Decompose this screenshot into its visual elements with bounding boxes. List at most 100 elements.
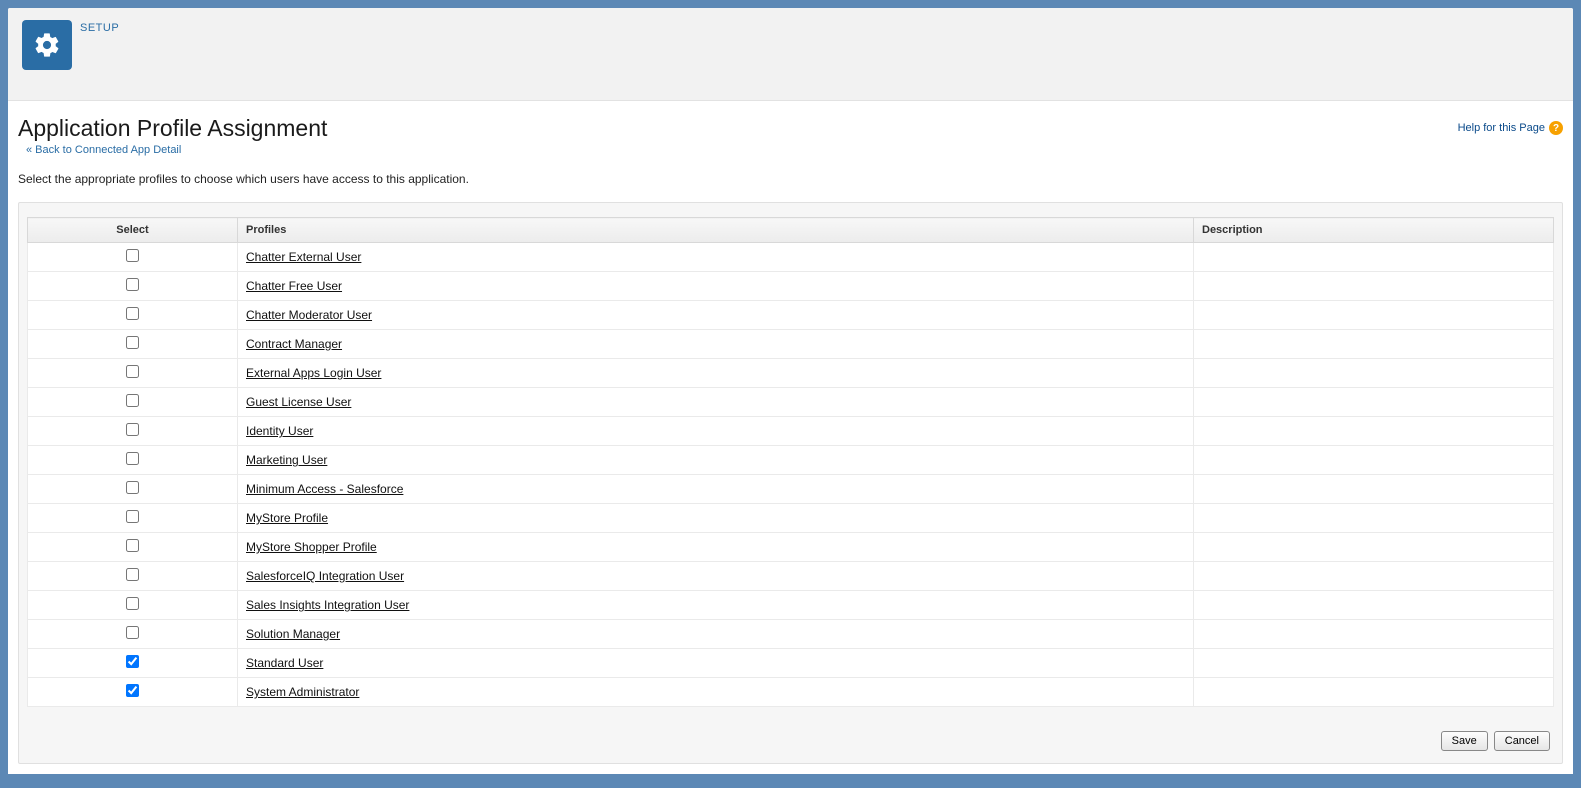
profile-link[interactable]: Identity User [246, 424, 313, 438]
profile-link[interactable]: Marketing User [246, 453, 327, 467]
profile-cell: Marketing User [238, 446, 1194, 475]
profile-cell: Chatter External User [238, 243, 1194, 272]
table-row: Chatter Free User [28, 272, 1554, 301]
table-row: System Administrator [28, 678, 1554, 707]
table-row: Solution Manager [28, 620, 1554, 649]
profile-cell: MyStore Profile [238, 504, 1194, 533]
select-cell [28, 678, 238, 707]
profile-cell: MyStore Shopper Profile [238, 533, 1194, 562]
profiles-panel: Select Profiles Description Chatter Exte… [18, 202, 1563, 764]
setup-gear-icon [22, 20, 72, 70]
select-cell [28, 272, 238, 301]
profile-cell: Identity User [238, 417, 1194, 446]
profile-checkbox[interactable] [126, 568, 139, 581]
select-cell [28, 243, 238, 272]
profile-checkbox[interactable] [126, 249, 139, 262]
profile-link[interactable]: Minimum Access - Salesforce [246, 482, 403, 496]
select-cell [28, 446, 238, 475]
description-cell [1194, 446, 1554, 475]
profile-link[interactable]: Contract Manager [246, 337, 342, 351]
profiles-table: Select Profiles Description Chatter Exte… [27, 217, 1554, 707]
description-cell [1194, 359, 1554, 388]
table-row: Marketing User [28, 446, 1554, 475]
help-link[interactable]: Help for this Page ? [1458, 121, 1563, 135]
table-row: Chatter External User [28, 243, 1554, 272]
profile-checkbox[interactable] [126, 278, 139, 291]
profile-link[interactable]: MyStore Shopper Profile [246, 540, 377, 554]
profile-cell: SalesforceIQ Integration User [238, 562, 1194, 591]
table-row: Standard User [28, 649, 1554, 678]
select-cell [28, 330, 238, 359]
description-cell [1194, 533, 1554, 562]
description-cell [1194, 475, 1554, 504]
profile-link[interactable]: Solution Manager [246, 627, 340, 641]
profile-checkbox[interactable] [126, 626, 139, 639]
profile-checkbox[interactable] [126, 539, 139, 552]
profile-checkbox[interactable] [126, 423, 139, 436]
profile-checkbox[interactable] [126, 365, 139, 378]
table-row: Minimum Access - Salesforce [28, 475, 1554, 504]
description-cell [1194, 620, 1554, 649]
instruction-text: Select the appropriate profiles to choos… [18, 172, 1563, 186]
profile-link[interactable]: System Administrator [246, 685, 359, 699]
description-cell [1194, 272, 1554, 301]
content-area: Application Profile Assignment « Back to… [8, 101, 1573, 774]
profile-checkbox[interactable] [126, 655, 139, 668]
help-icon: ? [1549, 121, 1563, 135]
select-cell [28, 620, 238, 649]
save-button[interactable]: Save [1441, 731, 1488, 751]
profile-checkbox[interactable] [126, 307, 139, 320]
table-header-row: Select Profiles Description [28, 218, 1554, 243]
col-description-header: Description [1194, 218, 1554, 243]
table-row: Contract Manager [28, 330, 1554, 359]
description-cell [1194, 330, 1554, 359]
select-cell [28, 388, 238, 417]
table-row: Chatter Moderator User [28, 301, 1554, 330]
cancel-button[interactable]: Cancel [1494, 731, 1550, 751]
profile-cell: Chatter Free User [238, 272, 1194, 301]
profile-cell: Minimum Access - Salesforce [238, 475, 1194, 504]
table-row: SalesforceIQ Integration User [28, 562, 1554, 591]
select-cell [28, 504, 238, 533]
profile-checkbox[interactable] [126, 597, 139, 610]
back-link[interactable]: « Back to Connected App Detail [26, 144, 181, 156]
profile-checkbox[interactable] [126, 481, 139, 494]
profile-link[interactable]: Standard User [246, 656, 323, 670]
help-link-label: Help for this Page [1458, 122, 1545, 134]
select-cell [28, 359, 238, 388]
setup-label: SETUP [80, 22, 119, 34]
description-cell [1194, 504, 1554, 533]
description-cell [1194, 243, 1554, 272]
select-cell [28, 649, 238, 678]
button-row: Save Cancel [27, 731, 1554, 751]
app-frame: SETUP Application Profile Assignment « B… [8, 8, 1573, 774]
profile-checkbox[interactable] [126, 452, 139, 465]
description-cell [1194, 649, 1554, 678]
profile-cell: Standard User [238, 649, 1194, 678]
select-cell [28, 301, 238, 330]
profile-checkbox[interactable] [126, 394, 139, 407]
profile-link[interactable]: Chatter Free User [246, 279, 342, 293]
profile-link[interactable]: Chatter Moderator User [246, 308, 372, 322]
profile-checkbox[interactable] [126, 336, 139, 349]
profile-link[interactable]: Chatter External User [246, 250, 361, 264]
profile-link[interactable]: Sales Insights Integration User [246, 598, 409, 612]
profile-checkbox[interactable] [126, 684, 139, 697]
profile-cell: Chatter Moderator User [238, 301, 1194, 330]
profile-cell: Guest License User [238, 388, 1194, 417]
page-topline: Application Profile Assignment « Back to… [18, 115, 1563, 156]
profile-cell: System Administrator [238, 678, 1194, 707]
profile-link[interactable]: External Apps Login User [246, 366, 381, 380]
description-cell [1194, 591, 1554, 620]
select-cell [28, 533, 238, 562]
table-row: MyStore Profile [28, 504, 1554, 533]
table-row: Sales Insights Integration User [28, 591, 1554, 620]
table-row: External Apps Login User [28, 359, 1554, 388]
profile-link[interactable]: MyStore Profile [246, 511, 328, 525]
profile-link[interactable]: SalesforceIQ Integration User [246, 569, 404, 583]
description-cell [1194, 678, 1554, 707]
setup-header: SETUP [8, 8, 1573, 101]
profile-checkbox[interactable] [126, 510, 139, 523]
profile-link[interactable]: Guest License User [246, 395, 351, 409]
description-cell [1194, 417, 1554, 446]
